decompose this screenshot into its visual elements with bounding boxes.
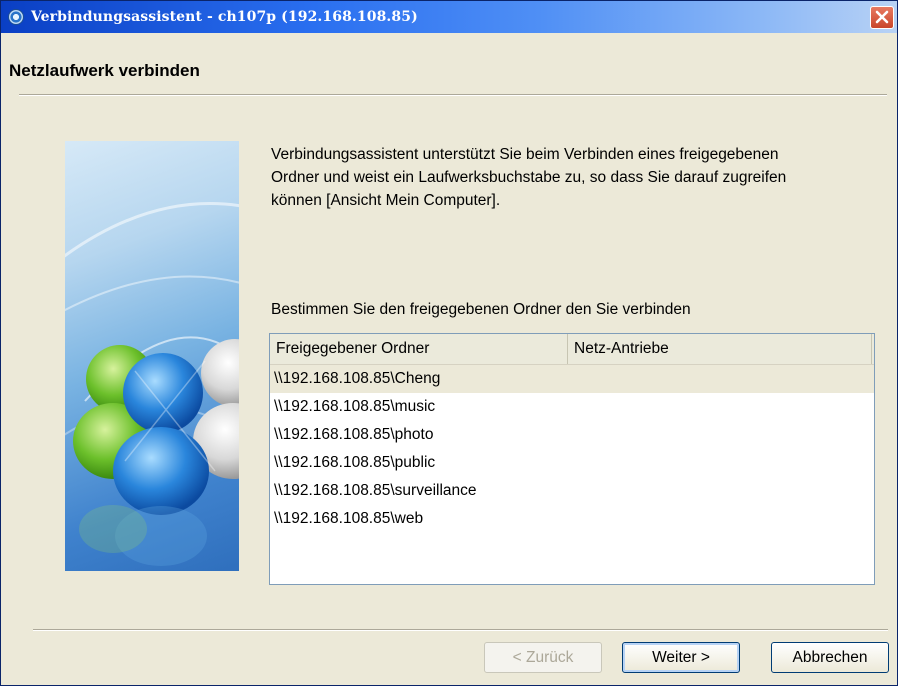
list-item[interactable]: \\192.168.108.85\web	[270, 505, 874, 533]
users-illustration	[65, 141, 239, 571]
column-header-shared-folder[interactable]: Freigegebener Ordner	[270, 334, 568, 364]
list-header: Freigegebener Ordner Netz-Antriebe	[270, 334, 874, 365]
shared-folder-list[interactable]: Freigegebener Ordner Netz-Antriebe \\192…	[269, 333, 875, 585]
cancel-button[interactable]: Abbrechen	[771, 642, 889, 673]
list-item[interactable]: \\192.168.108.85\surveillance	[270, 477, 874, 505]
list-item[interactable]: \\192.168.108.85\music	[270, 393, 874, 421]
close-icon	[875, 10, 889, 24]
list-item[interactable]: \\192.168.108.85\Cheng	[270, 365, 874, 393]
intro-text: Verbindungsassistent unterstützt Sie bei…	[271, 146, 787, 209]
list-item[interactable]: \\192.168.108.85\photo	[270, 421, 874, 449]
list-label: Bestimmen Sie den freigegebenen Ordner d…	[271, 301, 691, 318]
wizard-header: Netzlaufwerk verbinden	[1, 33, 897, 93]
footer-divider	[33, 629, 888, 631]
wizard-window: Verbindungsassistent - ch107p (192.168.1…	[0, 0, 898, 686]
network-globe-icon	[8, 9, 24, 25]
header-divider	[19, 94, 887, 96]
back-button[interactable]: < Zurück	[484, 642, 602, 673]
next-button[interactable]: Weiter >	[622, 642, 740, 673]
title-bar[interactable]: Verbindungsassistent - ch107p (192.168.1…	[1, 1, 897, 33]
page-title: Netzlaufwerk verbinden	[9, 61, 200, 80]
list-item[interactable]: \\192.168.108.85\public	[270, 449, 874, 477]
close-button[interactable]	[870, 6, 894, 29]
window-title: Verbindungsassistent - ch107p (192.168.1…	[31, 9, 418, 25]
column-header-network-drive[interactable]: Netz-Antriebe	[568, 334, 872, 364]
